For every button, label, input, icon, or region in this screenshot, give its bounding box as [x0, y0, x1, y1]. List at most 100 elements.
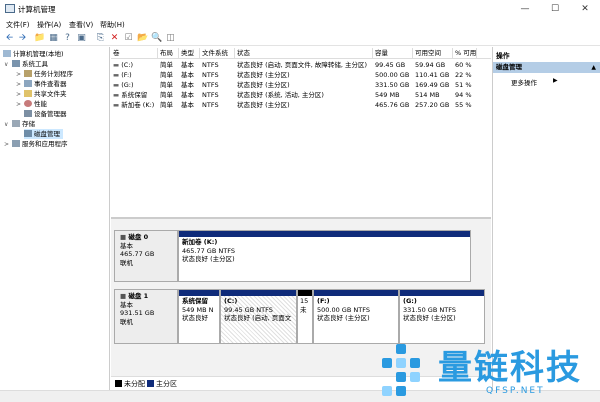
table-row[interactable]: ▬ 系统保留 简单 基本 NTFS 状态良好 (系统, 活动, 主分区) 549…: [111, 90, 491, 100]
menu-bar: 文件(F) 操作(A) 查看(V) 帮助(H): [0, 18, 600, 31]
partition-unallocated[interactable]: 15 未: [297, 289, 313, 344]
close-button[interactable]: ✕: [570, 2, 600, 16]
table-row[interactable]: ▬ 新加卷 (K:) 简单 基本 NTFS 状态良好 (主分区) 465.76 …: [111, 100, 491, 110]
help-icon[interactable]: ?: [62, 33, 73, 44]
table-row[interactable]: ▬ (C:) 简单 基本 NTFS 状态良好 (启动, 页面文件, 故障转储, …: [111, 60, 491, 70]
open-icon[interactable]: 📂: [137, 33, 148, 44]
disk-0-size: 465.77 GB: [120, 250, 155, 258]
partition-name: (C:): [224, 297, 238, 305]
legend-primary: 主分区: [147, 379, 177, 389]
column-header-volume[interactable]: 卷: [111, 48, 158, 59]
table-row[interactable]: ▬ (F:) 简单 基本 NTFS 状态良好 (主分区) 500.00 GB 1…: [111, 70, 491, 80]
drive-icon: ▬: [113, 81, 122, 89]
expand-icon[interactable]: >: [16, 101, 21, 108]
partition-name: (G:): [403, 297, 417, 305]
up-folder-icon[interactable]: 📁: [34, 33, 45, 44]
tree-system-tools[interactable]: 系统工具: [12, 59, 48, 69]
partition-size: 500.00 GB NTFS: [317, 305, 370, 314]
properties-icon[interactable]: ▣: [76, 33, 87, 44]
actions-pane: 操作 磁盘管理 ▲ 更多操作 ▶: [492, 47, 600, 390]
partition-f[interactable]: (F:) 500.00 GB NTFS 状态良好 (主分区): [313, 289, 399, 344]
tree-services[interactable]: 服务和应用程序: [12, 139, 68, 149]
menu-file[interactable]: 文件(F): [6, 20, 30, 30]
menu-help[interactable]: 帮助(H): [100, 20, 125, 30]
partition-name: 新加卷 (K:): [182, 238, 218, 246]
volume-type: 基本: [181, 91, 194, 99]
column-header-filesystem[interactable]: 文件系统: [200, 48, 235, 59]
tree-performance[interactable]: 性能: [24, 99, 47, 109]
drive-icon: ▬: [113, 61, 122, 69]
tree-task-scheduler[interactable]: 任务计划程序: [24, 69, 73, 79]
partition-g[interactable]: (G:) 331.50 GB NTFS 状态良好 (主分区): [399, 289, 485, 344]
unallocated-bar: [298, 290, 312, 296]
delete-icon[interactable]: ✕: [109, 33, 120, 44]
table-row[interactable]: ▬ (G:) 简单 基本 NTFS 状态良好 (主分区) 331.50 GB 1…: [111, 80, 491, 90]
title-bar: 计算机管理 — ☐ ✕: [0, 0, 600, 18]
check-icon[interactable]: ☑: [123, 33, 134, 44]
watermark: 量链科技 QFSP.NET: [376, 342, 600, 400]
volume-layout: 简单: [160, 61, 173, 69]
actions-section-disk-management[interactable]: 磁盘管理 ▲: [493, 62, 600, 73]
volume-fs: NTFS: [202, 61, 219, 69]
toolbar: 🡨 🡪 📁 ▦ ? ▣ ⎘ ✕ ☑ 📂 🔍 ◫: [0, 31, 600, 46]
menu-action[interactable]: 操作(A): [37, 20, 61, 30]
console-tree-icon[interactable]: ▦: [48, 33, 59, 44]
tree-event-viewer[interactable]: 事件查看器: [24, 79, 67, 89]
menu-view[interactable]: 查看(V): [69, 20, 93, 30]
disk-0-state: 联机: [120, 258, 133, 267]
collapse-arrow-icon: ▲: [591, 64, 596, 71]
collapse-icon[interactable]: ∨: [4, 121, 8, 128]
tree-shared-folders[interactable]: 共享文件夹: [24, 89, 67, 99]
column-header-layout[interactable]: 布局: [158, 48, 179, 59]
search-icon[interactable]: 🔍: [151, 33, 162, 44]
volume-fs: NTFS: [202, 81, 219, 89]
partition-c[interactable]: (C:) 99.45 GB NTFS 状态良好 (启动, 页面文: [220, 289, 297, 344]
expand-icon[interactable]: >: [4, 141, 9, 148]
column-header-status[interactable]: 状态: [235, 48, 373, 59]
tree-storage[interactable]: 存储: [12, 119, 35, 129]
disk-0-header[interactable]: ■ 磁盘 0 基本 465.77 GB 联机: [114, 230, 178, 282]
collapse-icon[interactable]: ∨: [4, 61, 8, 68]
more-actions-link[interactable]: 更多操作 ▶: [511, 77, 558, 87]
expand-icon[interactable]: >: [16, 81, 21, 88]
maximize-button[interactable]: ☐: [540, 2, 570, 16]
partition-system-reserved[interactable]: 系统保留 549 MB N 状态良好: [178, 289, 220, 344]
tree-disk-management[interactable]: 磁盘管理: [24, 129, 63, 139]
disk-1-label: ■ 磁盘 1: [120, 292, 149, 300]
column-header-free[interactable]: 可用空间: [413, 48, 453, 59]
disk-1-header[interactable]: ■ 磁盘 1 基本 931.51 GB 联机: [114, 289, 178, 344]
minimize-button[interactable]: —: [510, 2, 540, 16]
partition-status: 状态良好 (主分区): [182, 255, 235, 263]
back-icon[interactable]: 🡨: [4, 33, 15, 44]
column-header-capacity[interactable]: 容量: [373, 48, 413, 59]
expand-icon[interactable]: >: [16, 71, 21, 78]
volume-status: 状态良好 (主分区): [237, 81, 290, 89]
tree-root[interactable]: 计算机管理(本地): [3, 49, 64, 59]
volume-fs: NTFS: [202, 101, 219, 109]
expand-icon[interactable]: >: [16, 91, 21, 98]
clock-icon: [24, 70, 32, 77]
primary-partition-bar: [179, 231, 470, 237]
column-header-type[interactable]: 类型: [179, 48, 200, 59]
partition-status: 状态良好 (主分区): [403, 314, 456, 322]
volume-capacity: 465.76 GB: [375, 101, 410, 109]
volume-percent: 22 %: [455, 71, 472, 79]
volume-percent: 55 %: [455, 101, 472, 109]
volume-name: ▬ (F:): [113, 71, 132, 79]
volume-capacity: 331.50 GB: [375, 81, 410, 89]
partition-k[interactable]: 新加卷 (K:) 465.77 GB NTFS 状态良好 (主分区): [178, 230, 471, 282]
partition-status: 状态良好 (启动, 页面文: [224, 314, 292, 322]
column-header-percent-free[interactable]: % 可用: [453, 48, 477, 59]
disk-0-type: 基本: [120, 241, 133, 250]
volume-type: 基本: [181, 61, 194, 69]
disk-1-type: 基本: [120, 300, 133, 309]
forward-icon[interactable]: 🡪: [17, 33, 28, 44]
connect-icon[interactable]: ⎘: [95, 33, 106, 44]
partition-status: 状态良好 (主分区): [317, 314, 370, 322]
volume-percent: 60 %: [455, 61, 472, 69]
partition-size: 549 MB N: [182, 305, 214, 314]
watermark-logo-icon: [382, 344, 420, 396]
tree-device-manager[interactable]: 设备管理器: [24, 109, 67, 119]
volume-free: 169.49 GB: [415, 81, 450, 89]
view-icon[interactable]: ◫: [165, 33, 176, 44]
